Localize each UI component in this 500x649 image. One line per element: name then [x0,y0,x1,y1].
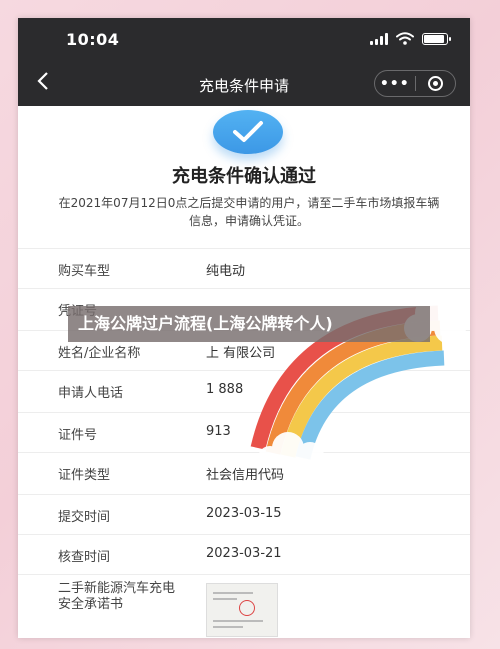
status-time: 10:04 [66,30,120,49]
field-row: 提交时间 2023-03-15 [18,494,470,535]
document-thumbnail-icon[interactable] [206,583,278,637]
field-label: 二手新能源汽车充电安全承诺书 [58,581,176,612]
field-label: 核查时间 [58,550,111,565]
check-icon [213,110,283,154]
field-value: 2023-03-21 [206,546,282,561]
mini-program-capsule: ••• [374,70,456,97]
status-bar: 10:04 [18,18,470,62]
more-icon[interactable]: ••• [375,76,415,92]
field-row: 核查时间 2023-03-21 [18,534,470,575]
status-icons [370,32,451,45]
field-label: 证件类型 [58,468,111,483]
result-title: 充电条件确认通过 [172,166,316,187]
field-label: 姓名/企业名称 [58,346,141,361]
nav-bar: 充电条件申请 ••• [18,62,470,106]
close-mini-program-icon[interactable] [415,76,455,91]
field-label: 提交时间 [58,510,111,525]
battery-icon [422,32,451,45]
field-row: 购买车型 纯电动 [18,248,470,289]
overlay-caption: 上海公牌过户流程(上海公牌转个人) [68,306,430,342]
field-label: 申请人电话 [58,386,124,401]
wifi-icon [396,32,414,45]
battery-level [424,34,445,43]
field-value: 2023-03-15 [206,506,282,521]
field-value: 纯电动 [206,264,246,279]
field-label: 证件号 [58,428,98,443]
field-row: 二手新能源汽车充电安全承诺书 [18,574,470,638]
result-description: 在2021年07月12日0点之后提交申请的用户，请至二手车市场填报车辆信息，申请… [58,196,440,228]
signal-icon [370,32,388,45]
field-label: 购买车型 [58,264,111,279]
